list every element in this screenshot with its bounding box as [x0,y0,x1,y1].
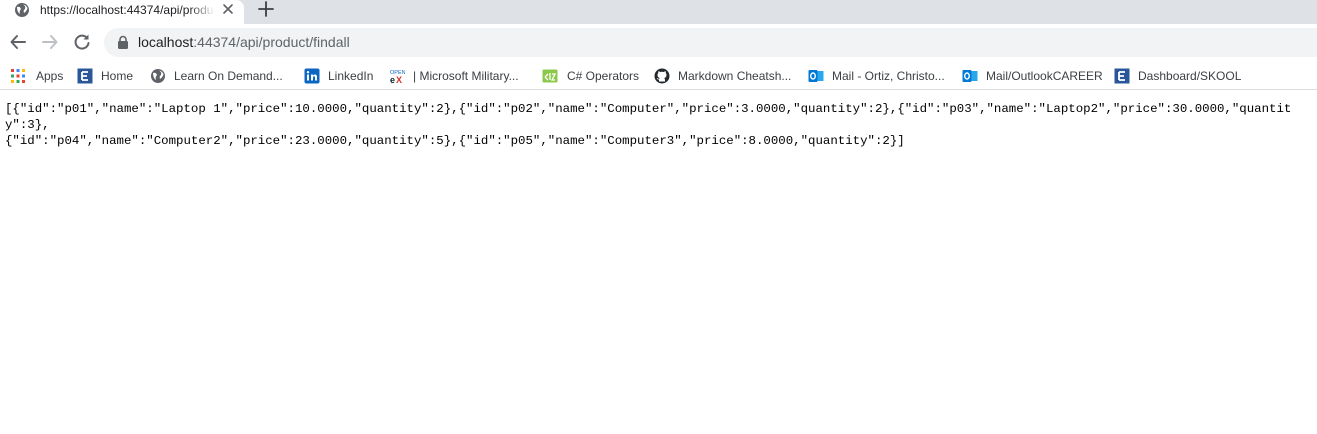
svg-text:X: X [396,75,402,84]
svg-text:e: e [390,75,395,84]
bookmark-label: Dashboard/SKOOL [1138,69,1242,83]
bookmark-label: Home [101,69,134,83]
bookmark-markdown-cheatsheet[interactable]: Markdown Cheatsh... [654,66,791,86]
apps-grid-icon [11,69,25,83]
globe-icon [15,3,29,17]
bookmark-mail-outlook-career[interactable]: Mail/OutlookCAREER [962,66,1103,86]
tab-title: https://localhost:44374/api/product/find… [40,3,215,17]
bookmark-label: LinkedIn [328,69,374,83]
plus-icon[interactable] [256,0,276,18]
tab-strip: https://localhost:44374/api/product/find… [0,0,1317,24]
linkedin-icon [304,68,320,84]
reload-icon[interactable] [72,32,92,52]
bookmark-label: Markdown Cheatsh... [678,69,792,83]
bookmark-label: Mail - Ortiz, Christo... [832,69,945,83]
bookmarks-bar: Apps Home Learn On Demand... LinkedIn OP… [0,62,1317,90]
browser-toolbar: localhost:44374/api/product/findall [0,24,1317,62]
edx-icon: OPEN e X [390,70,405,84]
url-path: :44374/api/product/findall [193,34,350,50]
ms-e-icon [1114,68,1130,84]
bookmark-dashboard-skool[interactable]: Dashboard/SKOOL [1114,66,1241,86]
bookmark-learn-on-demand[interactable]: Learn On Demand... [150,66,283,86]
bookmark-label: Apps [36,69,64,83]
github-icon [654,68,670,84]
address-bar[interactable]: localhost:44374/api/product/findall [104,28,1317,57]
page-content: [{"id":"p01","name":"Laptop 1","price":1… [5,101,1305,149]
bookmark-apps[interactable]: Apps [10,66,63,86]
bookmark-label: | Microsoft Military... [413,69,519,83]
bookmark-linkedin[interactable]: LinkedIn [304,66,373,86]
json-response-body: [{"id":"p01","name":"Laptop 1","price":1… [5,102,1292,148]
outlook-icon [808,70,824,82]
url-host: localhost [138,34,194,50]
bookmark-mail-ortiz[interactable]: Mail - Ortiz, Christo... [808,66,945,86]
bookmark-label: Mail/OutlookCAREER [986,69,1103,83]
bookmark-microsoft-military[interactable]: OPEN e X | Microsoft Military... [389,66,519,86]
active-tab[interactable]: https://localhost:44374/api/product/find… [0,0,244,24]
back-arrow-icon[interactable] [8,32,28,52]
bookmark-label: C# Operators [567,69,640,83]
lock-icon[interactable] [116,35,130,50]
bookmark-csharp-operators[interactable]: C# Operators [542,66,639,86]
outlook-icon [962,70,978,82]
url-text[interactable]: localhost:44374/api/product/findall [138,34,350,50]
ms-e-icon [77,68,93,84]
bookmark-home[interactable]: Home [77,66,133,86]
bookmark-label: Learn On Demand... [174,69,283,83]
close-icon[interactable] [220,1,236,17]
csharp-icon [542,69,558,83]
forward-arrow-icon[interactable] [40,32,60,52]
globe-icon [151,69,165,83]
